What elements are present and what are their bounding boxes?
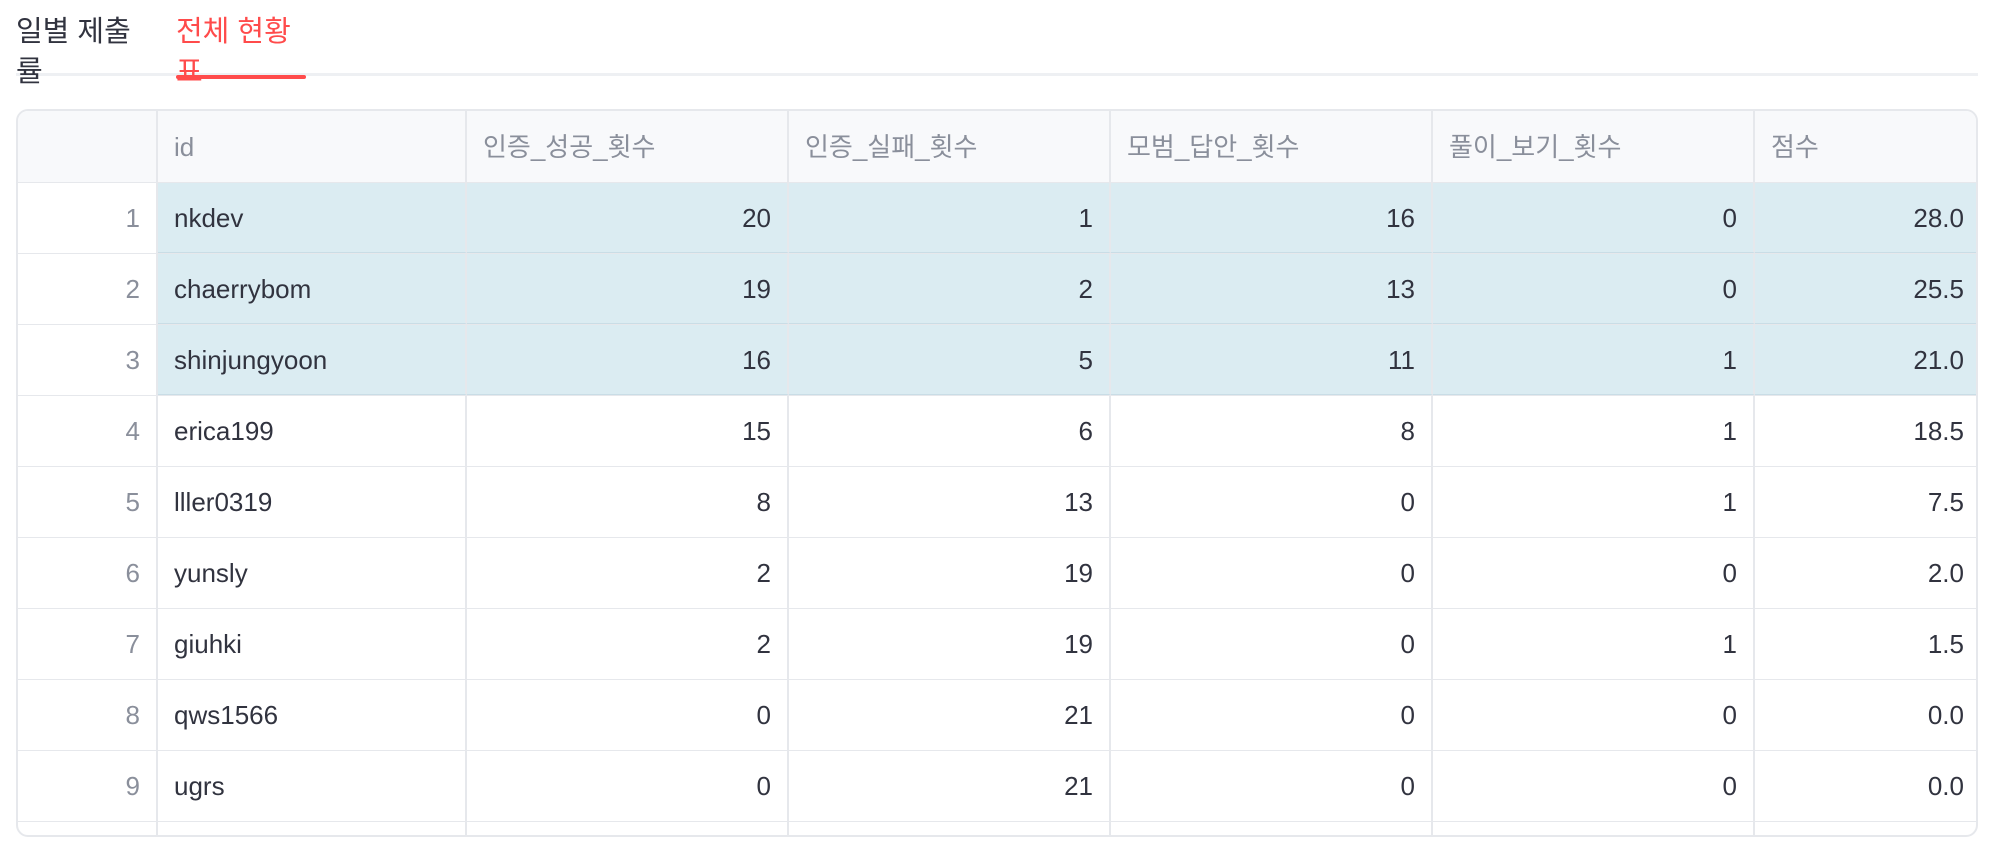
- cell-model-answer-count[interactable]: 0: [1111, 680, 1433, 750]
- row-index[interactable]: 9: [18, 751, 158, 821]
- cell-failure-count[interactable]: 21: [789, 680, 1111, 750]
- cell-success-count[interactable]: 16: [467, 325, 789, 395]
- cell-score[interactable]: 2.0: [1755, 538, 1976, 608]
- header-score[interactable]: 점수: [1755, 111, 1976, 182]
- cell-failure-count[interactable]: 19: [789, 538, 1111, 608]
- cell-solution-view-count[interactable]: 0: [1433, 254, 1755, 324]
- empty-cell: [1755, 822, 1976, 835]
- header-id[interactable]: id: [158, 111, 467, 182]
- table-row[interactable]: 6 yunsly 2 19 0 0 2.0: [18, 538, 1976, 609]
- empty-cell: [18, 822, 158, 835]
- cell-id[interactable]: ugrs: [158, 751, 467, 821]
- cell-model-answer-count[interactable]: 16: [1111, 183, 1433, 253]
- table-header-row: id 인증_성공_횟수 인증_실패_횟수 모범_답안_횟수 풀이_보기_횟수 점…: [18, 111, 1976, 183]
- cell-id[interactable]: qws1566: [158, 680, 467, 750]
- cell-id[interactable]: lller0319: [158, 467, 467, 537]
- table-row[interactable]: 4 erica199 15 6 8 1 18.5: [18, 396, 1976, 467]
- cell-model-answer-count[interactable]: 11: [1111, 325, 1433, 395]
- cell-score[interactable]: 18.5: [1755, 396, 1976, 466]
- cell-failure-count[interactable]: 13: [789, 467, 1111, 537]
- cell-failure-count[interactable]: 5: [789, 325, 1111, 395]
- cell-failure-count[interactable]: 21: [789, 751, 1111, 821]
- cell-solution-view-count[interactable]: 1: [1433, 325, 1755, 395]
- table-row[interactable]: 1 nkdev 20 1 16 0 28.0: [18, 183, 1976, 254]
- empty-cell: [789, 822, 1111, 835]
- cell-solution-view-count[interactable]: 1: [1433, 609, 1755, 679]
- cell-success-count[interactable]: 20: [467, 183, 789, 253]
- row-index[interactable]: 5: [18, 467, 158, 537]
- cell-failure-count[interactable]: 2: [789, 254, 1111, 324]
- cell-solution-view-count[interactable]: 1: [1433, 467, 1755, 537]
- table-row[interactable]: 7 giuhki 2 19 0 1 1.5: [18, 609, 1976, 680]
- cell-success-count[interactable]: 15: [467, 396, 789, 466]
- cell-score[interactable]: 1.5: [1755, 609, 1976, 679]
- table-row-partial: [18, 822, 1976, 835]
- empty-cell: [1111, 822, 1433, 835]
- cell-id[interactable]: chaerrybom: [158, 254, 467, 324]
- cell-solution-view-count[interactable]: 0: [1433, 751, 1755, 821]
- row-index[interactable]: 7: [18, 609, 158, 679]
- empty-cell: [1433, 822, 1755, 835]
- tab-bar: 일별 제출률 전체 현황표: [16, 0, 1978, 88]
- cell-success-count[interactable]: 8: [467, 467, 789, 537]
- cell-solution-view-count[interactable]: 0: [1433, 680, 1755, 750]
- tab-daily-submission-rate[interactable]: 일별 제출률: [16, 10, 146, 88]
- cell-score[interactable]: 7.5: [1755, 467, 1976, 537]
- cell-success-count[interactable]: 2: [467, 609, 789, 679]
- cell-score[interactable]: 28.0: [1755, 183, 1976, 253]
- cell-failure-count[interactable]: 19: [789, 609, 1111, 679]
- table-row[interactable]: 9 ugrs 0 21 0 0 0.0: [18, 751, 1976, 822]
- cell-score[interactable]: 21.0: [1755, 325, 1976, 395]
- table-row[interactable]: 8 qws1566 0 21 0 0 0.0: [18, 680, 1976, 751]
- cell-id[interactable]: shinjungyoon: [158, 325, 467, 395]
- active-tab-indicator: [176, 75, 306, 79]
- cell-solution-view-count[interactable]: 1: [1433, 396, 1755, 466]
- header-solution-view-count[interactable]: 풀이_보기_횟수: [1433, 111, 1755, 182]
- header-success-count[interactable]: 인증_성공_횟수: [467, 111, 789, 182]
- cell-model-answer-count[interactable]: 0: [1111, 609, 1433, 679]
- row-index[interactable]: 8: [18, 680, 158, 750]
- cell-model-answer-count[interactable]: 0: [1111, 467, 1433, 537]
- row-index[interactable]: 1: [18, 183, 158, 253]
- empty-cell: [158, 822, 467, 835]
- table-row[interactable]: 3 shinjungyoon 16 5 11 1 21.0: [18, 325, 1976, 396]
- header-index[interactable]: [18, 111, 158, 182]
- data-table[interactable]: id 인증_성공_횟수 인증_실패_횟수 모범_답안_횟수 풀이_보기_횟수 점…: [16, 109, 1978, 837]
- cell-success-count[interactable]: 0: [467, 680, 789, 750]
- cell-model-answer-count[interactable]: 0: [1111, 751, 1433, 821]
- header-failure-count[interactable]: 인증_실패_횟수: [789, 111, 1111, 182]
- empty-cell: [467, 822, 789, 835]
- cell-solution-view-count[interactable]: 0: [1433, 183, 1755, 253]
- cell-success-count[interactable]: 0: [467, 751, 789, 821]
- cell-id[interactable]: erica199: [158, 396, 467, 466]
- table-row[interactable]: 2 chaerrybom 19 2 13 0 25.5: [18, 254, 1976, 325]
- cell-score[interactable]: 0.0: [1755, 680, 1976, 750]
- row-index[interactable]: 6: [18, 538, 158, 608]
- header-model-answer-count[interactable]: 모범_답안_횟수: [1111, 111, 1433, 182]
- cell-failure-count[interactable]: 1: [789, 183, 1111, 253]
- cell-id[interactable]: giuhki: [158, 609, 467, 679]
- row-index[interactable]: 3: [18, 325, 158, 395]
- row-index[interactable]: 4: [18, 396, 158, 466]
- cell-id[interactable]: yunsly: [158, 538, 467, 608]
- cell-success-count[interactable]: 2: [467, 538, 789, 608]
- cell-model-answer-count[interactable]: 8: [1111, 396, 1433, 466]
- cell-model-answer-count[interactable]: 13: [1111, 254, 1433, 324]
- table-row[interactable]: 5 lller0319 8 13 0 1 7.5: [18, 467, 1976, 538]
- cell-score[interactable]: 25.5: [1755, 254, 1976, 324]
- row-index[interactable]: 2: [18, 254, 158, 324]
- cell-score[interactable]: 0.0: [1755, 751, 1976, 821]
- tab-overall-status-table[interactable]: 전체 현황표: [176, 10, 306, 88]
- cell-success-count[interactable]: 19: [467, 254, 789, 324]
- cell-solution-view-count[interactable]: 0: [1433, 538, 1755, 608]
- cell-id[interactable]: nkdev: [158, 183, 467, 253]
- tab-label: 일별 제출률: [16, 16, 131, 88]
- cell-failure-count[interactable]: 6: [789, 396, 1111, 466]
- cell-model-answer-count[interactable]: 0: [1111, 538, 1433, 608]
